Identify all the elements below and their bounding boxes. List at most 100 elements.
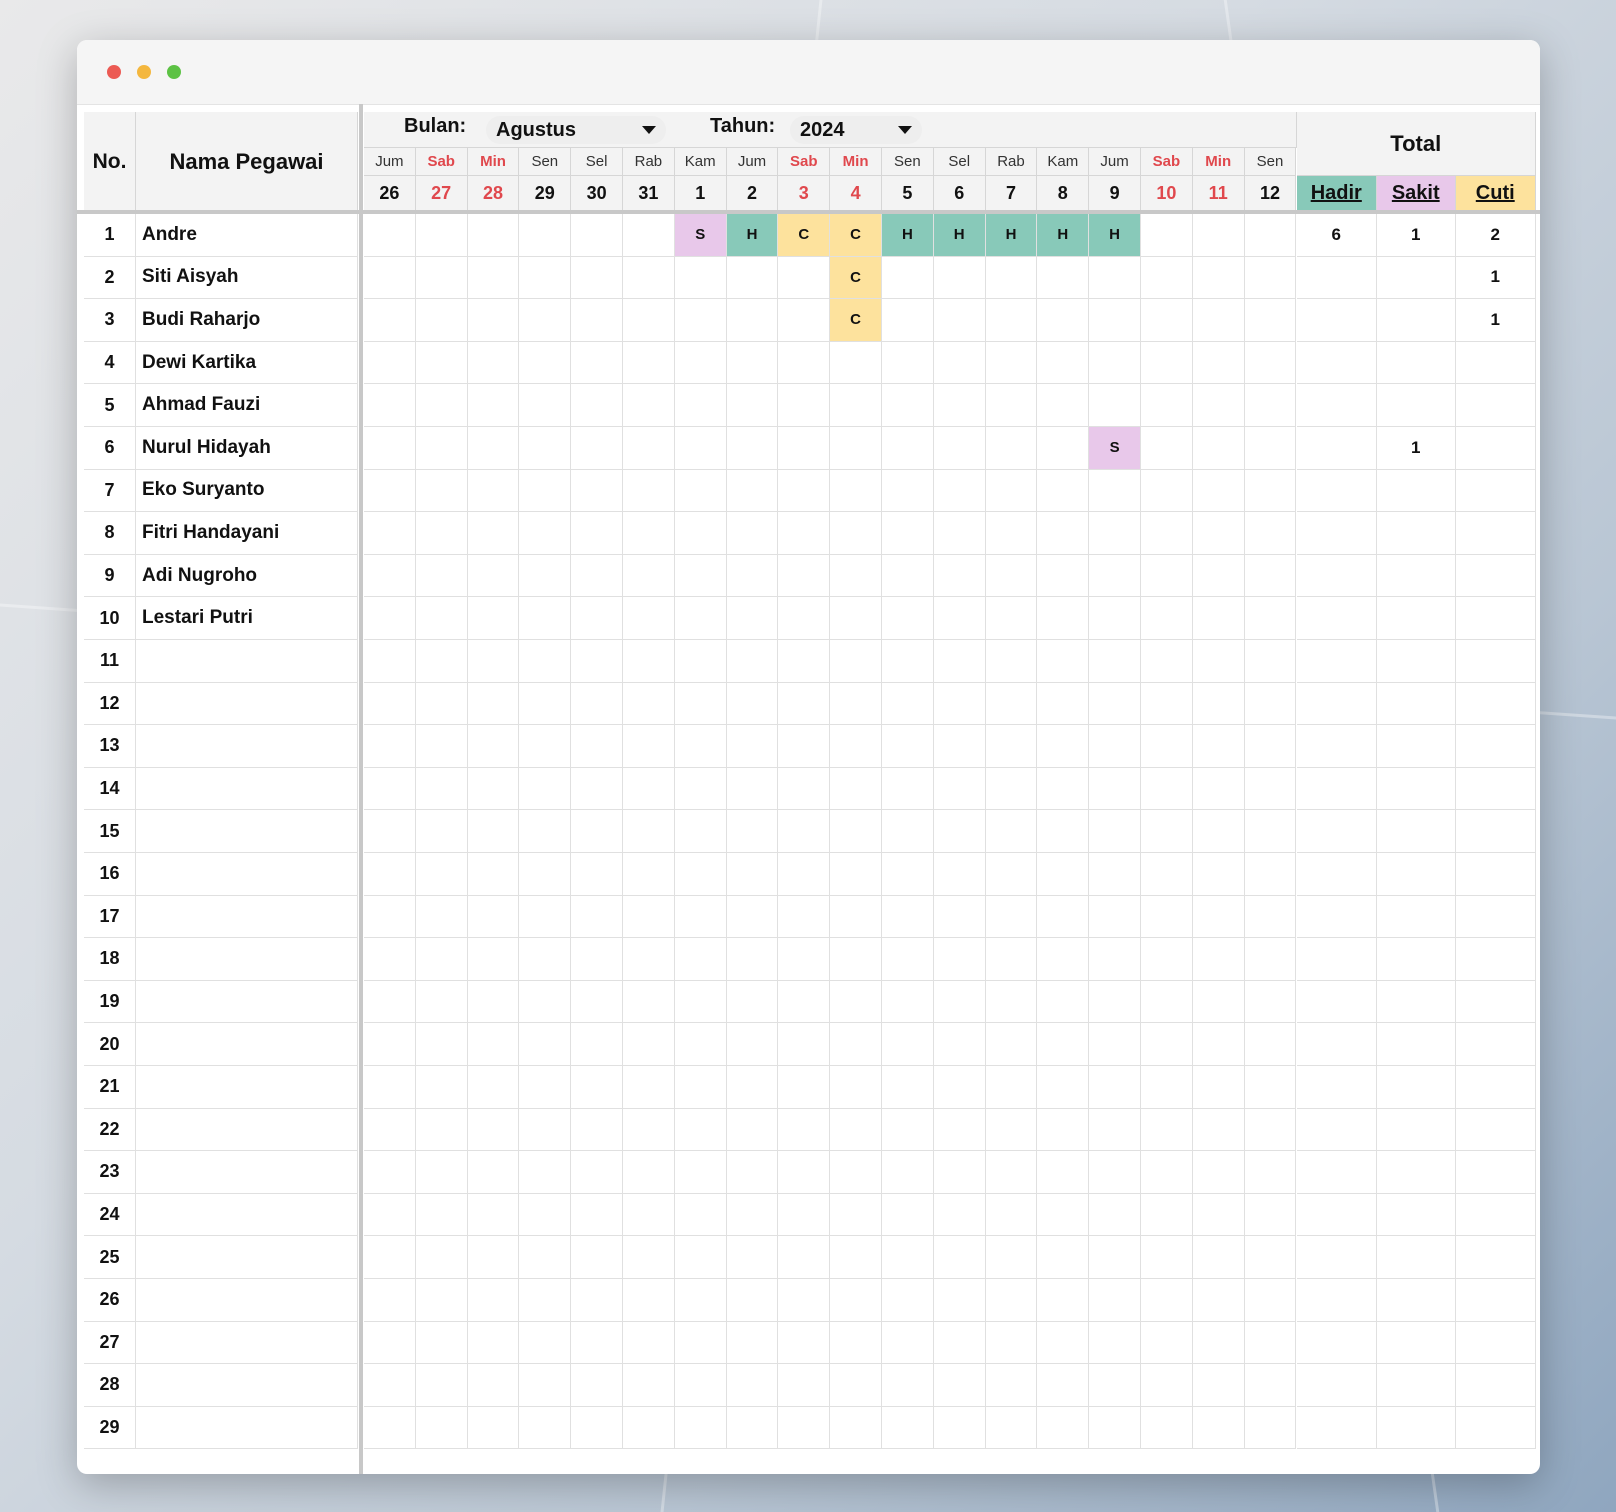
attendance-cell[interactable] <box>674 1364 727 1407</box>
attendance-cell[interactable] <box>415 1279 468 1322</box>
attendance-cell[interactable] <box>726 299 779 342</box>
employee-name[interactable] <box>136 895 358 939</box>
attendance-cell[interactable] <box>674 980 727 1024</box>
attendance-cell[interactable] <box>1037 853 1090 896</box>
attendance-cell[interactable] <box>1192 810 1245 853</box>
attendance-cell[interactable] <box>467 1236 520 1279</box>
attendance-cell[interactable] <box>364 1279 416 1322</box>
minimize-button[interactable] <box>137 65 151 79</box>
attendance-cell[interactable] <box>985 469 1038 513</box>
attendance-cell[interactable] <box>933 682 986 726</box>
attendance-cell[interactable] <box>726 1108 779 1152</box>
employee-name[interactable] <box>136 1193 358 1237</box>
attendance-cell[interactable] <box>882 682 934 726</box>
attendance-cell[interactable] <box>571 938 623 981</box>
attendance-cell[interactable] <box>467 1364 520 1407</box>
attendance-cell[interactable] <box>674 427 727 470</box>
attendance-cell[interactable] <box>882 725 934 768</box>
attendance-cell[interactable] <box>415 682 468 726</box>
attendance-cell[interactable] <box>1192 1193 1245 1237</box>
attendance-cell[interactable] <box>623 1364 675 1407</box>
attendance-cell[interactable] <box>623 640 675 683</box>
attendance-cell[interactable] <box>1037 1151 1090 1194</box>
employee-name[interactable]: Budi Raharjo <box>136 299 358 342</box>
attendance-cell[interactable] <box>415 767 468 811</box>
attendance-cell[interactable] <box>830 384 882 427</box>
attendance-cell[interactable] <box>830 938 882 981</box>
attendance-cell[interactable] <box>1244 1279 1297 1322</box>
attendance-cell[interactable] <box>519 384 572 427</box>
attendance-cell[interactable] <box>830 1321 882 1365</box>
attendance-mark[interactable]: H <box>726 214 779 257</box>
attendance-cell[interactable] <box>415 1193 468 1237</box>
attendance-cell[interactable] <box>985 597 1038 640</box>
attendance-cell[interactable] <box>726 1364 779 1407</box>
attendance-cell[interactable] <box>623 384 675 427</box>
attendance-cell[interactable] <box>830 1279 882 1322</box>
attendance-cell[interactable] <box>364 1151 416 1194</box>
attendance-cell[interactable] <box>674 767 727 811</box>
attendance-cell[interactable] <box>1192 299 1245 342</box>
attendance-cell[interactable] <box>1089 767 1141 811</box>
attendance-cell[interactable] <box>726 554 779 598</box>
attendance-cell[interactable] <box>933 384 986 427</box>
attendance-cell[interactable] <box>882 1279 934 1322</box>
attendance-cell[interactable] <box>933 1151 986 1194</box>
attendance-cell[interactable] <box>415 810 468 853</box>
attendance-cell[interactable] <box>985 1066 1038 1109</box>
attendance-cell[interactable] <box>726 810 779 853</box>
attendance-cell[interactable] <box>571 980 623 1024</box>
attendance-cell[interactable] <box>1192 1023 1245 1066</box>
attendance-cell[interactable] <box>519 1236 572 1279</box>
attendance-cell[interactable] <box>1244 1193 1297 1237</box>
attendance-cell[interactable] <box>882 1364 934 1407</box>
attendance-cell[interactable] <box>1192 1108 1245 1152</box>
attendance-cell[interactable] <box>778 640 831 683</box>
attendance-cell[interactable] <box>467 1151 520 1194</box>
attendance-cell[interactable] <box>467 341 520 385</box>
attendance-cell[interactable] <box>467 1321 520 1365</box>
attendance-cell[interactable] <box>415 938 468 981</box>
attendance-cell[interactable] <box>1141 895 1193 939</box>
attendance-cell[interactable] <box>726 682 779 726</box>
employee-name[interactable]: Siti Aisyah <box>136 256 358 300</box>
attendance-cell[interactable] <box>778 1236 831 1279</box>
attendance-cell[interactable] <box>674 597 727 640</box>
attendance-cell[interactable] <box>519 214 572 257</box>
attendance-cell[interactable] <box>830 1193 882 1237</box>
attendance-cell[interactable] <box>985 1023 1038 1066</box>
attendance-cell[interactable] <box>726 980 779 1024</box>
attendance-cell[interactable] <box>1089 1193 1141 1237</box>
attendance-cell[interactable] <box>1244 427 1297 470</box>
attendance-cell[interactable] <box>830 895 882 939</box>
attendance-cell[interactable] <box>933 1321 986 1365</box>
attendance-mark[interactable]: S <box>1089 427 1141 470</box>
attendance-cell[interactable] <box>933 1066 986 1109</box>
employee-name[interactable]: Andre <box>136 214 358 257</box>
attendance-cell[interactable] <box>364 597 416 640</box>
attendance-cell[interactable] <box>415 725 468 768</box>
attendance-cell[interactable] <box>985 640 1038 683</box>
attendance-cell[interactable] <box>519 469 572 513</box>
attendance-cell[interactable] <box>882 1023 934 1066</box>
attendance-cell[interactable] <box>364 640 416 683</box>
attendance-cell[interactable] <box>415 597 468 640</box>
attendance-cell[interactable] <box>571 427 623 470</box>
attendance-cell[interactable] <box>933 341 986 385</box>
attendance-cell[interactable] <box>1037 469 1090 513</box>
attendance-cell[interactable] <box>519 1151 572 1194</box>
attendance-cell[interactable] <box>985 512 1038 555</box>
attendance-cell[interactable] <box>571 469 623 513</box>
attendance-cell[interactable] <box>623 810 675 853</box>
attendance-cell[interactable] <box>985 853 1038 896</box>
attendance-cell[interactable] <box>726 427 779 470</box>
attendance-cell[interactable] <box>623 214 675 257</box>
attendance-cell[interactable] <box>674 1023 727 1066</box>
attendance-cell[interactable] <box>364 682 416 726</box>
attendance-cell[interactable] <box>778 1321 831 1365</box>
maximize-button[interactable] <box>167 65 181 79</box>
attendance-cell[interactable] <box>830 1364 882 1407</box>
attendance-cell[interactable] <box>623 341 675 385</box>
attendance-cell[interactable] <box>364 256 416 300</box>
attendance-mark[interactable]: H <box>933 214 986 257</box>
